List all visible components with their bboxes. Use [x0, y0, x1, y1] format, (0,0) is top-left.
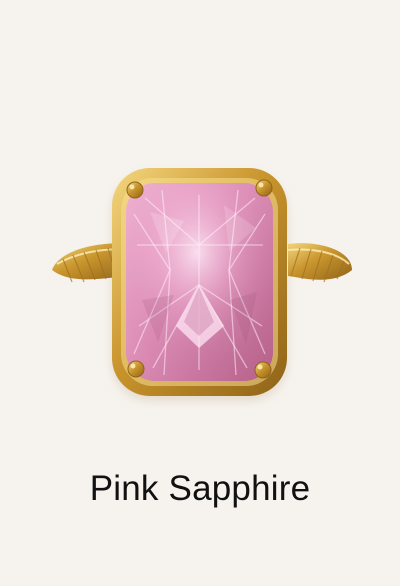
product-card[interactable]: Pink Sapphire [0, 0, 400, 586]
ring-image[interactable] [0, 0, 400, 430]
ring-icon [52, 168, 352, 396]
product-title[interactable]: Pink Sapphire [0, 465, 400, 513]
